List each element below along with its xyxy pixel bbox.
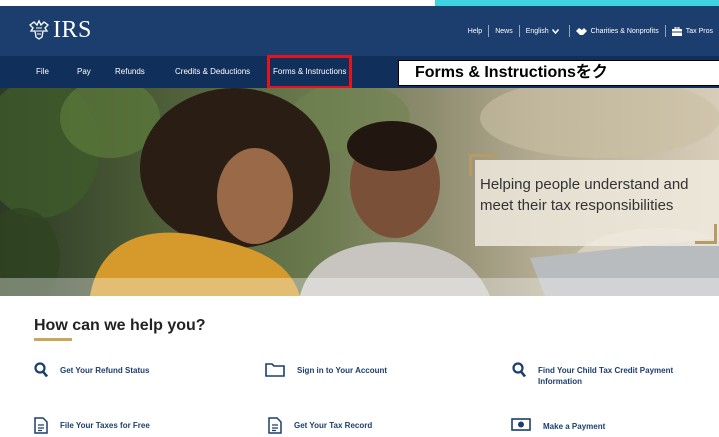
caption-bracket bbox=[469, 154, 497, 176]
eagle-icon bbox=[29, 19, 49, 40]
nav-item-file[interactable]: File bbox=[36, 56, 49, 88]
handshake-icon bbox=[575, 27, 587, 35]
link-label: Get Your Tax Record bbox=[294, 421, 373, 430]
link-label: Find Your Child Tax Credit Payment Infor… bbox=[538, 366, 674, 386]
language-selector[interactable]: English bbox=[520, 28, 569, 35]
tax-pros-link[interactable]: Tax Pros bbox=[666, 26, 719, 36]
child-tax-credit-link[interactable]: Find Your Child Tax Credit Payment Infor… bbox=[512, 362, 712, 387]
briefcase-icon bbox=[671, 26, 682, 36]
link-label: Get Your Refund Status bbox=[60, 366, 150, 375]
help-section-title: How can we help you? bbox=[34, 317, 206, 334]
title-underline bbox=[34, 338, 72, 341]
hero-tagline: Helping people understand and meet their… bbox=[480, 174, 689, 216]
site-header: IRS Help News English Charities & Nonpro… bbox=[0, 6, 719, 56]
link-label: Sign in to Your Account bbox=[297, 366, 388, 375]
nav-item-refunds[interactable]: Refunds bbox=[115, 56, 145, 88]
search-icon bbox=[34, 362, 48, 378]
charities-label: Charities & Nonprofits bbox=[590, 27, 659, 35]
charities-link[interactable]: Charities & Nonprofits bbox=[570, 27, 665, 36]
document-icon bbox=[34, 417, 48, 434]
nav-item-forms-instructions[interactable]: Forms & Instructions bbox=[266, 55, 353, 89]
link-label: File Your Taxes for Free bbox=[60, 421, 150, 430]
news-link[interactable]: News bbox=[489, 28, 519, 35]
tax-pros-label: Tax Pros bbox=[685, 27, 713, 35]
logo-text: IRS bbox=[53, 16, 92, 43]
tax-record-link[interactable]: Get Your Tax Record bbox=[268, 417, 372, 434]
nav-item-pay[interactable]: Pay bbox=[77, 56, 91, 88]
link-label: Make a Payment bbox=[543, 422, 606, 431]
refund-status-link[interactable]: Get Your Refund Status bbox=[34, 362, 150, 378]
make-payment-link[interactable]: Make a Payment bbox=[511, 418, 605, 432]
folder-icon bbox=[265, 363, 285, 377]
utility-nav: Help News English Charities & Nonprofits bbox=[462, 25, 719, 37]
nav-item-credits-deductions[interactable]: Credits & Deductions bbox=[175, 56, 250, 88]
chevron-down-icon bbox=[551, 28, 559, 34]
sign-in-link[interactable]: Sign in to Your Account bbox=[265, 362, 387, 377]
annotation-callout: Forms & Instructionsをク bbox=[398, 60, 719, 86]
language-label: English bbox=[525, 27, 549, 35]
irs-logo[interactable]: IRS bbox=[28, 16, 92, 44]
document-icon bbox=[268, 417, 282, 434]
hero-banner: Helping people understand and meet their… bbox=[0, 88, 719, 296]
hero-caption: Helping people understand and meet their… bbox=[469, 154, 719, 246]
money-icon bbox=[511, 418, 531, 431]
file-free-link[interactable]: File Your Taxes for Free bbox=[34, 417, 150, 434]
news-link-label: News bbox=[495, 27, 513, 35]
search-icon bbox=[512, 362, 526, 378]
help-link-label: Help bbox=[467, 27, 483, 35]
hero-tagline-line: meet their tax responsibilities bbox=[480, 197, 674, 214]
help-link[interactable]: Help bbox=[462, 28, 488, 35]
hero-tagline-line: Helping people understand and bbox=[480, 176, 689, 193]
caption-bracket bbox=[695, 224, 717, 244]
